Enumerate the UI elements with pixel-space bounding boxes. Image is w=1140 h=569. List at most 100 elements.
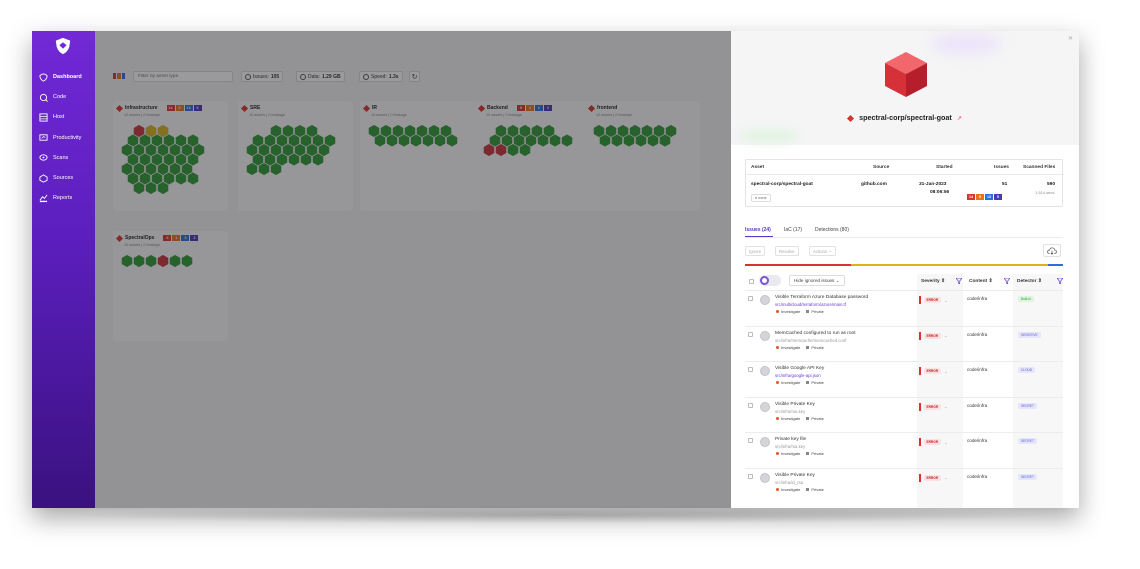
issue-title[interactable]: Visible Private Key — [775, 473, 815, 478]
tab-issues[interactable]: Issues (24) — [745, 227, 771, 233]
issue-row[interactable]: MemCached configured to run as root src/i… — [745, 325, 1063, 362]
ignore-button[interactable]: Ignore — [745, 246, 766, 256]
detector-badge: SECRET — [1018, 402, 1037, 409]
detector-badge: SECRET — [1018, 473, 1037, 480]
private-label: Private — [806, 487, 823, 492]
assignee-avatar[interactable] — [760, 472, 770, 483]
issue-path[interactable]: src/infra/google-api.json — [775, 373, 821, 378]
sidebar-item-sources[interactable]: Sources — [32, 170, 95, 186]
assignee-avatar[interactable] — [760, 295, 770, 305]
external-link-icon[interactable]: ↗ — [957, 116, 962, 122]
severity-cell[interactable]: ERROR ⌄ — [919, 296, 947, 304]
chevron-down-icon[interactable]: ⌄ — [944, 369, 947, 374]
sidebar-item-scans[interactable]: Scans — [32, 150, 95, 166]
ignored-toggle[interactable] — [759, 275, 781, 286]
asset-cell[interactable]: spectral-corp/spectral-goat — [751, 181, 813, 189]
issue-meta: Investigate Private — [776, 309, 824, 314]
asset-title: spectral-corp/spectral-goat ↗ — [731, 113, 1079, 122]
row-checkbox[interactable] — [748, 367, 753, 372]
detector-badge: Built-in — [1018, 296, 1034, 302]
actions-dropdown[interactable]: Actions ⌄ — [809, 246, 836, 256]
issue-title[interactable]: Visible Google API Key — [775, 366, 824, 371]
severity-cell[interactable]: ERROR ⌄ — [919, 473, 947, 482]
issue-row[interactable]: Visible Private Key src/infra/id_rsa Inves… — [745, 467, 1063, 504]
sidebar-item-code[interactable]: Code — [32, 89, 95, 105]
issue-row[interactable]: Private key file src/infra/rsa.key Investi… — [745, 432, 1063, 468]
severity-cell[interactable]: ERROR ⌄ — [919, 367, 947, 375]
detector-badge: CLOUD — [1018, 367, 1036, 373]
row-checkbox[interactable] — [748, 402, 753, 408]
issue-path[interactable]: src/multicloud/terraform/azure/main.tf — [775, 302, 846, 307]
issue-title[interactable]: Visible Private Key — [775, 402, 815, 407]
severity-header-label: Severity — [921, 278, 940, 284]
assignee-avatar[interactable] — [760, 401, 770, 412]
investigate-link[interactable]: Investigate — [776, 309, 800, 314]
severity-cell[interactable]: ERROR ⌄ — [919, 438, 947, 446]
sidebar-item-label: Dashboard — [53, 74, 82, 80]
investigate-link[interactable]: Investigate — [776, 416, 800, 421]
tab-iac[interactable]: IaC (17) — [784, 227, 802, 233]
chevron-down-icon[interactable]: ⌄ — [944, 333, 947, 338]
severity-column-header[interactable]: Severity ⇕ — [921, 274, 945, 288]
severity-bar — [919, 296, 921, 304]
logo-icon[interactable] — [54, 37, 72, 55]
hide-ignored-label: Hide ignored issues — [794, 278, 835, 283]
sidebar-item-label: Scans — [53, 154, 69, 161]
issue-meta: Investigate Private — [776, 345, 824, 350]
issue-path: src/infra/rsa.key — [775, 408, 806, 414]
assignee-avatar[interactable] — [760, 366, 770, 376]
investigate-link[interactable]: Investigate — [776, 345, 800, 350]
started-time: 08:06:56 — [930, 190, 950, 195]
severity-cell[interactable]: ERROR ⌄ — [919, 331, 947, 340]
resolve-button[interactable]: Resolve — [775, 246, 799, 256]
chevron-down-icon[interactable]: ⌄ — [944, 404, 947, 409]
modal-overlay[interactable] — [95, 31, 735, 508]
row-checkbox[interactable] — [748, 331, 753, 337]
investigate-link[interactable]: Investigate — [776, 380, 800, 385]
hide-ignored-dropdown[interactable]: Hide ignored issues ⌄ — [789, 275, 845, 286]
sidebar: Dashboard Code Host Productivity Scans Source… — [32, 31, 95, 508]
row-checkbox[interactable] — [748, 438, 753, 443]
investigate-link[interactable]: Investigate — [776, 451, 800, 456]
issue-title[interactable]: Visible Terraform Azure Database passwor… — [775, 295, 868, 300]
select-all-checkbox[interactable] — [749, 279, 754, 284]
content-cell: code/infra — [967, 473, 988, 479]
sources-icon — [39, 173, 48, 183]
reports-icon — [39, 194, 48, 203]
content-column-header[interactable]: Content ⇕ — [969, 274, 992, 288]
private-label: Private — [806, 380, 823, 385]
col-started: Started — [936, 165, 953, 170]
assignee-avatar[interactable] — [760, 330, 770, 341]
row-checkbox[interactable] — [748, 473, 753, 479]
issue-row[interactable]: Visible Private Key src/infra/rsa.key Inve… — [745, 396, 1063, 433]
assignee-avatar[interactable] — [760, 437, 770, 447]
asset-cube-icon — [885, 52, 927, 97]
sidebar-item-dashboard[interactable]: Dashboard — [32, 69, 95, 85]
issue-path: src/infra/rsa.key — [775, 444, 806, 449]
row-checkbox[interactable] — [748, 296, 753, 301]
investigate-link[interactable]: Investigate — [776, 487, 800, 492]
severity-filter-icon[interactable] — [956, 278, 962, 284]
sidebar-item-reports[interactable]: Reports — [32, 190, 95, 206]
chevron-down-icon[interactable]: ⌄ — [944, 440, 947, 445]
asset-tag[interactable]: # none — [751, 194, 771, 202]
detector-filter-icon[interactable] — [1057, 278, 1063, 284]
issue-title[interactable]: MemCached configured to run as root — [775, 331, 856, 336]
severity-bar — [919, 367, 921, 375]
issue-title[interactable]: Private key file — [775, 437, 806, 442]
sidebar-item-productivity[interactable]: Productivity — [32, 130, 95, 146]
sidebar-item-label: Reports — [53, 195, 73, 202]
severity-cell[interactable]: ERROR ⌄ — [919, 402, 947, 411]
issue-meta: Investigate Private — [776, 451, 824, 456]
download-button[interactable] — [1043, 244, 1061, 257]
tab-detections[interactable]: Detections (80) — [815, 227, 849, 233]
chevron-down-icon[interactable]: ⌄ — [944, 298, 947, 303]
content-filter-icon[interactable] — [1004, 278, 1010, 284]
close-icon[interactable]: ✕ — [1068, 35, 1073, 42]
sidebar-item-host[interactable]: Host — [32, 109, 95, 125]
sidebar-item-label: Productivity — [53, 134, 82, 141]
detector-column-header[interactable]: Detector ⇕ — [1017, 274, 1042, 288]
chevron-down-icon[interactable]: ⌄ — [944, 475, 947, 480]
issue-row[interactable]: Visible Terraform Azure Database passwor… — [745, 290, 1063, 326]
issue-row[interactable]: Visible Google API Key src/infra/google-a… — [745, 361, 1063, 397]
